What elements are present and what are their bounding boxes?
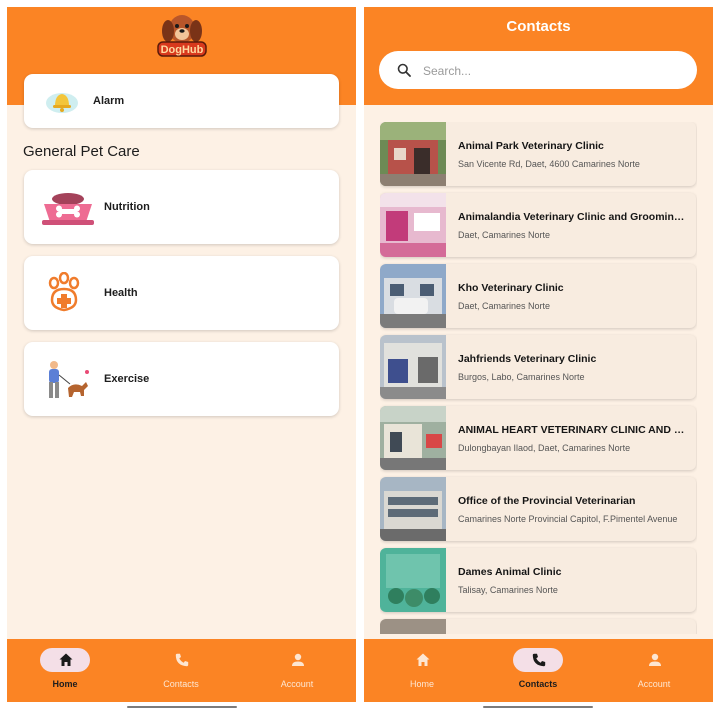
bottom-navigation: Home Contacts Account [7, 639, 356, 702]
clinic-photo [380, 264, 446, 328]
care-card-health[interactable]: Health [24, 256, 339, 330]
clinic-photo [380, 477, 446, 541]
clinic-address: Talisay, Camarines Norte [458, 585, 558, 595]
clinic-address: Daet, Camarines Norte [458, 301, 551, 311]
clinic-card[interactable]: Jahfriends Veterinary Clinic Burgos, Lab… [380, 335, 696, 399]
bottom-navigation: Home Contacts Account [364, 639, 713, 702]
clinic-address: Dulongbayan Ilaod, Daet, Camarines Norte [458, 443, 631, 453]
contacts-header: Contacts [364, 7, 713, 105]
clinic-name: Jahfriends Veterinary Clinic [458, 353, 597, 365]
clinic-photo [380, 193, 446, 257]
nav-account[interactable]: Account [596, 639, 712, 702]
care-label-nutrition: Nutrition [104, 201, 150, 213]
clinic-photo [380, 619, 446, 634]
nav-contacts[interactable]: Contacts [123, 639, 239, 702]
nav-account[interactable]: Account [239, 639, 355, 702]
care-card-nutrition[interactable]: Nutrition [24, 170, 339, 244]
contacts-screen: Contacts Animal Park Veterinary Clinic S… [364, 7, 713, 702]
gesture-bar [127, 706, 237, 708]
clinic-address: San Vicente Rd, Daet, 4600 Camarines Nor… [458, 159, 640, 169]
nav-contacts[interactable]: Contacts [480, 639, 596, 702]
clinic-name: Animal Park Veterinary Clinic [458, 140, 604, 152]
clinic-photo [380, 406, 446, 470]
clinic-name: Kho Veterinary Clinic [458, 282, 564, 294]
clinic-name: Dames Animal Clinic [458, 566, 562, 578]
doghub-logo: DogHub [157, 15, 207, 57]
clinic-card[interactable]: Animalandia Veterinary Clinic and Groomi… [380, 193, 696, 257]
care-label-exercise: Exercise [104, 373, 150, 385]
search-bar[interactable] [379, 51, 697, 89]
person-icon [649, 653, 661, 666]
logo-text: DogHub [161, 44, 204, 56]
clinic-address: Camarines Norte Provincial Capitol, F.Pi… [458, 514, 678, 524]
page-title: Contacts [506, 18, 571, 35]
clinic-address: Burgos, Labo, Camarines Norte [458, 372, 585, 382]
walking-dog-icon [49, 361, 89, 398]
nav-label-account: Account [280, 679, 314, 689]
search-icon [397, 63, 411, 77]
alarm-card[interactable]: Alarm [24, 74, 339, 128]
clinic-card[interactable]: Animal Park Veterinary Clinic San Vicent… [380, 122, 696, 186]
clinic-photo [380, 122, 446, 186]
section-title: General Pet Care [23, 143, 140, 160]
alarm-label: Alarm [93, 95, 125, 107]
search-input[interactable] [421, 60, 685, 82]
care-card-exercise[interactable]: Exercise [24, 342, 339, 416]
nav-label-home: Home [409, 679, 434, 689]
nav-label-home: Home [52, 679, 78, 689]
nav-home[interactable]: Home [364, 639, 480, 702]
person-icon [292, 653, 304, 666]
clinic-list[interactable]: Animal Park Veterinary Clinic San Vicent… [380, 122, 697, 634]
home-icon [59, 653, 73, 666]
clinic-name: ANIMAL HEART VETERINARY CLINIC AND GROOM… [458, 424, 688, 436]
home-screen: DogHub Alarm General Pet Care Nutrition [7, 7, 356, 702]
gesture-bar [483, 706, 593, 708]
clinic-address: Daet, Camarines Norte [458, 230, 551, 240]
nav-label-account: Account [637, 679, 671, 689]
home-icon [416, 653, 430, 666]
clinic-photo [380, 335, 446, 399]
phone-icon [532, 653, 546, 667]
pet-food-bowl-icon [42, 193, 94, 225]
clinic-name: Office of the Provincial Veterinarian [458, 495, 636, 507]
phone-icon [175, 653, 189, 667]
clinic-name: Animalandia Veterinary Clinic and Groomi… [458, 211, 688, 223]
alarm-bell-icon [46, 93, 78, 113]
paw-health-icon [48, 272, 80, 312]
clinic-photo [380, 548, 446, 612]
clinic-card-partial[interactable] [380, 619, 696, 634]
nav-label-contacts: Contacts [163, 679, 199, 689]
nav-label-contacts: Contacts [518, 679, 558, 689]
clinic-card[interactable]: ANIMAL HEART VETERINARY CLINIC AND GROOM… [380, 406, 696, 470]
clinic-card[interactable]: Dames Animal Clinic Talisay, Camarines N… [380, 548, 696, 612]
nav-home[interactable]: Home [7, 639, 123, 702]
care-label-health: Health [104, 287, 138, 299]
clinic-card[interactable]: Office of the Provincial Veterinarian Ca… [380, 477, 696, 541]
clinic-card[interactable]: Kho Veterinary Clinic Daet, Camarines No… [380, 264, 696, 328]
